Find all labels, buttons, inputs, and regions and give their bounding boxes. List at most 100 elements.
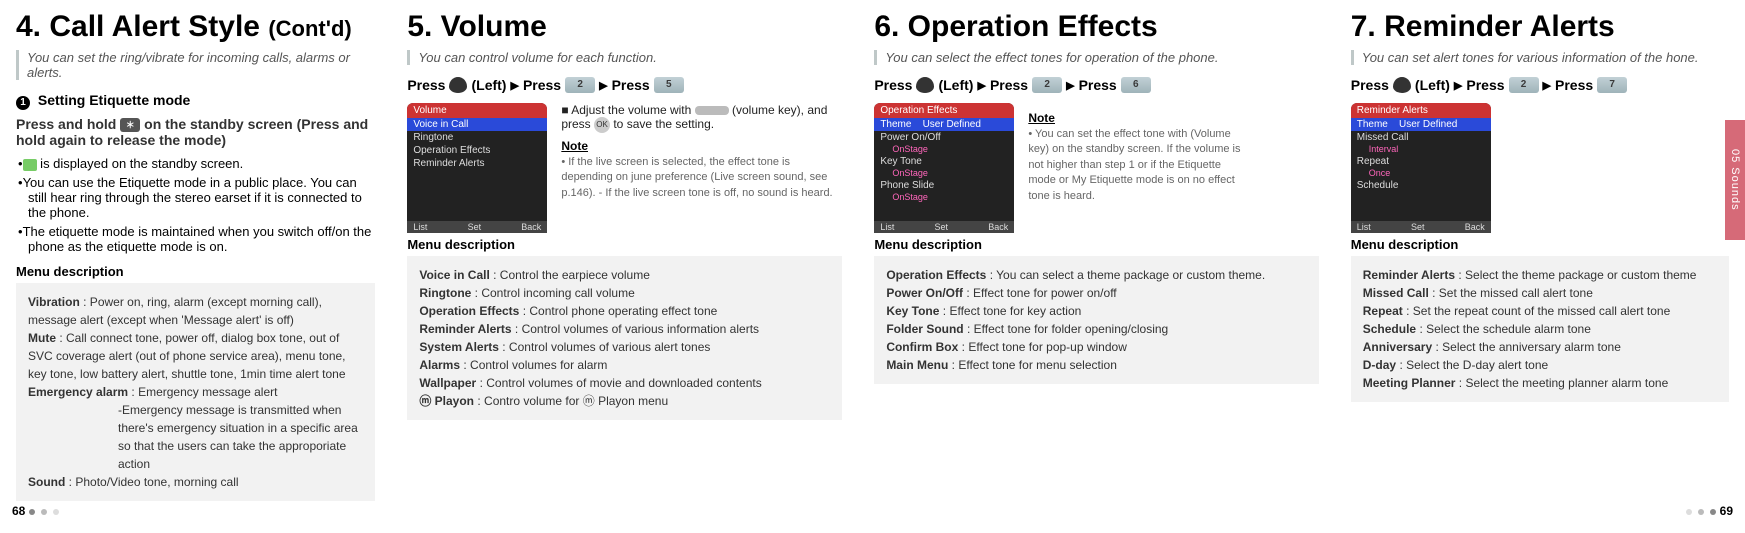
section6-title: 6. Operation Effects [874, 10, 1318, 44]
shot-f1: List [413, 222, 427, 232]
shot-r3s: Once [1351, 168, 1397, 178]
key-2: 2 [1032, 77, 1062, 93]
menu-label: Menu description [407, 237, 842, 252]
key-2: 2 [565, 77, 595, 93]
key-2: 2 [1509, 77, 1539, 93]
shot-r3: Repeat [1351, 155, 1491, 168]
shot-f2: Set [468, 222, 482, 232]
i4t: Reminder Alerts [419, 322, 511, 336]
tri-icon: ▶ [599, 79, 607, 92]
mute-t: Mute [28, 331, 56, 345]
side-tab-text: 05 Sounds [1729, 149, 1741, 211]
i4d: : Control volumes of various information… [515, 322, 759, 336]
etiquette-icon [23, 159, 37, 171]
menu-description-box: Voice in Call : Control the earpiece vol… [407, 256, 842, 420]
i5t: Anniversary [1363, 340, 1432, 354]
shot-r3s: OnStage [874, 168, 934, 178]
page-left: 68 [12, 504, 25, 518]
note-text-span: If the live screen is selected, the effe… [561, 156, 832, 199]
press-hold-text: Press and hold ＊ on the standby screen (… [16, 116, 375, 148]
shot-r2: Ringtone [407, 131, 547, 144]
section7-subtitle: You can set alert tones for various info… [1351, 50, 1729, 65]
section5-subtitle: You can control volume for each function… [407, 50, 842, 65]
shot-f3: Back [1465, 222, 1485, 232]
p7a: Press [1351, 77, 1389, 93]
emerg-d2: -Emergency message is transmitted when t… [28, 401, 363, 473]
shot-hdr: Operation Effects [874, 103, 1014, 118]
p7d: Press [1555, 77, 1593, 93]
star-key-icon: ＊ [120, 118, 140, 132]
p7b: (Left) [1415, 77, 1450, 93]
menu-label: Menu description [1351, 237, 1729, 252]
i6d: : Select the D-day alert tone [1399, 358, 1548, 372]
shot-r4: Schedule [1351, 179, 1491, 192]
shot-r4: Reminder Alerts [407, 157, 547, 170]
left-key-icon [449, 77, 467, 93]
shot-f2: Set [935, 222, 949, 232]
i3t: Repeat [1363, 304, 1403, 318]
i2d: : Effect tone for power on/off [966, 286, 1116, 300]
phone-screenshot-opfx: Operation Effects Theme User Defined Pow… [874, 103, 1014, 233]
phone-screenshot-volume: Volume Voice in Call Ringtone Operation … [407, 103, 547, 233]
page-num-right: 69 [1686, 504, 1733, 518]
section-6: 6. Operation Effects You can select the … [858, 0, 1334, 500]
vibration-t: Vibration [28, 295, 80, 309]
section4-subtitle: You can set the ring/vibrate for incomin… [16, 50, 375, 80]
key-5: 5 [654, 77, 684, 93]
etiquette-title: Setting Etiquette mode [38, 92, 190, 108]
r1a: Theme [1357, 119, 1388, 130]
i3d: : Effect tone for key action [943, 304, 1082, 318]
section6-subtitle: You can select the effect tones for oper… [874, 50, 1318, 65]
mute-d: : Call connect tone, power off, dialog b… [28, 331, 346, 381]
press-line-6: Press (Left) ▶ Press 2 ▶ Press 6 [874, 77, 1318, 93]
i1t: Reminder Alerts [1363, 268, 1455, 282]
p5c: Press [523, 77, 561, 93]
adj-c: to save the setting. [610, 117, 714, 131]
shot-hdr: Reminder Alerts [1351, 103, 1491, 118]
menu-description-box: Vibration : Power on, ring, alarm (excep… [16, 283, 375, 501]
i7d: : Control volumes of movie and downloade… [480, 376, 762, 390]
i2t: Missed Call [1363, 286, 1429, 300]
i2t: Ringtone [419, 286, 471, 300]
key-7: 7 [1597, 77, 1627, 93]
sound-d: : Photo/Video tone, morning call [69, 475, 239, 489]
volume-key-icon [695, 106, 729, 115]
shot-f3: Back [988, 222, 1008, 232]
bullet-list: is displayed on the standby screen. You … [16, 156, 375, 254]
shot-f1: List [1357, 222, 1371, 232]
p6b: (Left) [938, 77, 973, 93]
etiquette-heading: 1 Setting Etiquette mode [16, 92, 375, 110]
i5d: : Effect tone for pop-up window [962, 340, 1127, 354]
page-spread: 4. Call Alert Style (Cont'd) You can set… [0, 0, 1745, 500]
left-key-icon [1393, 77, 1411, 93]
i6d: : Effect tone for menu selection [952, 358, 1117, 372]
etiquette-num: 1 [16, 96, 30, 110]
i6t: Alarms [419, 358, 460, 372]
note-text-span: You can set the effect tone with (Volume… [1028, 128, 1240, 202]
r1a: Theme [880, 119, 911, 130]
page-num-left: 68 [12, 504, 59, 518]
adjust-text: ■ Adjust the volume with (volume key), a… [561, 103, 842, 133]
p6a: Press [874, 77, 912, 93]
bullet3: The etiquette mode is maintained when yo… [28, 224, 375, 254]
i2d: : Control incoming call volume [475, 286, 635, 300]
i4t: Schedule [1363, 322, 1416, 336]
shot-r3: Key Tone [874, 155, 1014, 168]
i2d: : Set the missed call alert tone [1432, 286, 1593, 300]
shot-r2s: Interval [1351, 144, 1405, 154]
shot-f2: Set [1411, 222, 1425, 232]
title-contd: (Cont'd) [268, 16, 351, 41]
press-line-7: Press (Left) ▶ Press 2 ▶ Press 7 [1351, 77, 1729, 93]
i5t: System Alerts [419, 340, 499, 354]
i7t: Meeting Planner [1363, 376, 1456, 390]
sound-t: Sound [28, 475, 65, 489]
adj-a: Adjust the volume with [571, 103, 694, 117]
emerg-d1: : Emergency message alert [131, 385, 277, 399]
i4t: Folder Sound [886, 322, 963, 336]
section4-title: 4. Call Alert Style (Cont'd) [16, 10, 375, 44]
phone-screenshot-reminder: Reminder Alerts Theme User Defined Misse… [1351, 103, 1491, 233]
note-label: Note [1028, 111, 1248, 125]
shot-f1: List [880, 222, 894, 232]
r1b: User Defined [1399, 119, 1457, 130]
page-right: 69 [1720, 504, 1733, 518]
